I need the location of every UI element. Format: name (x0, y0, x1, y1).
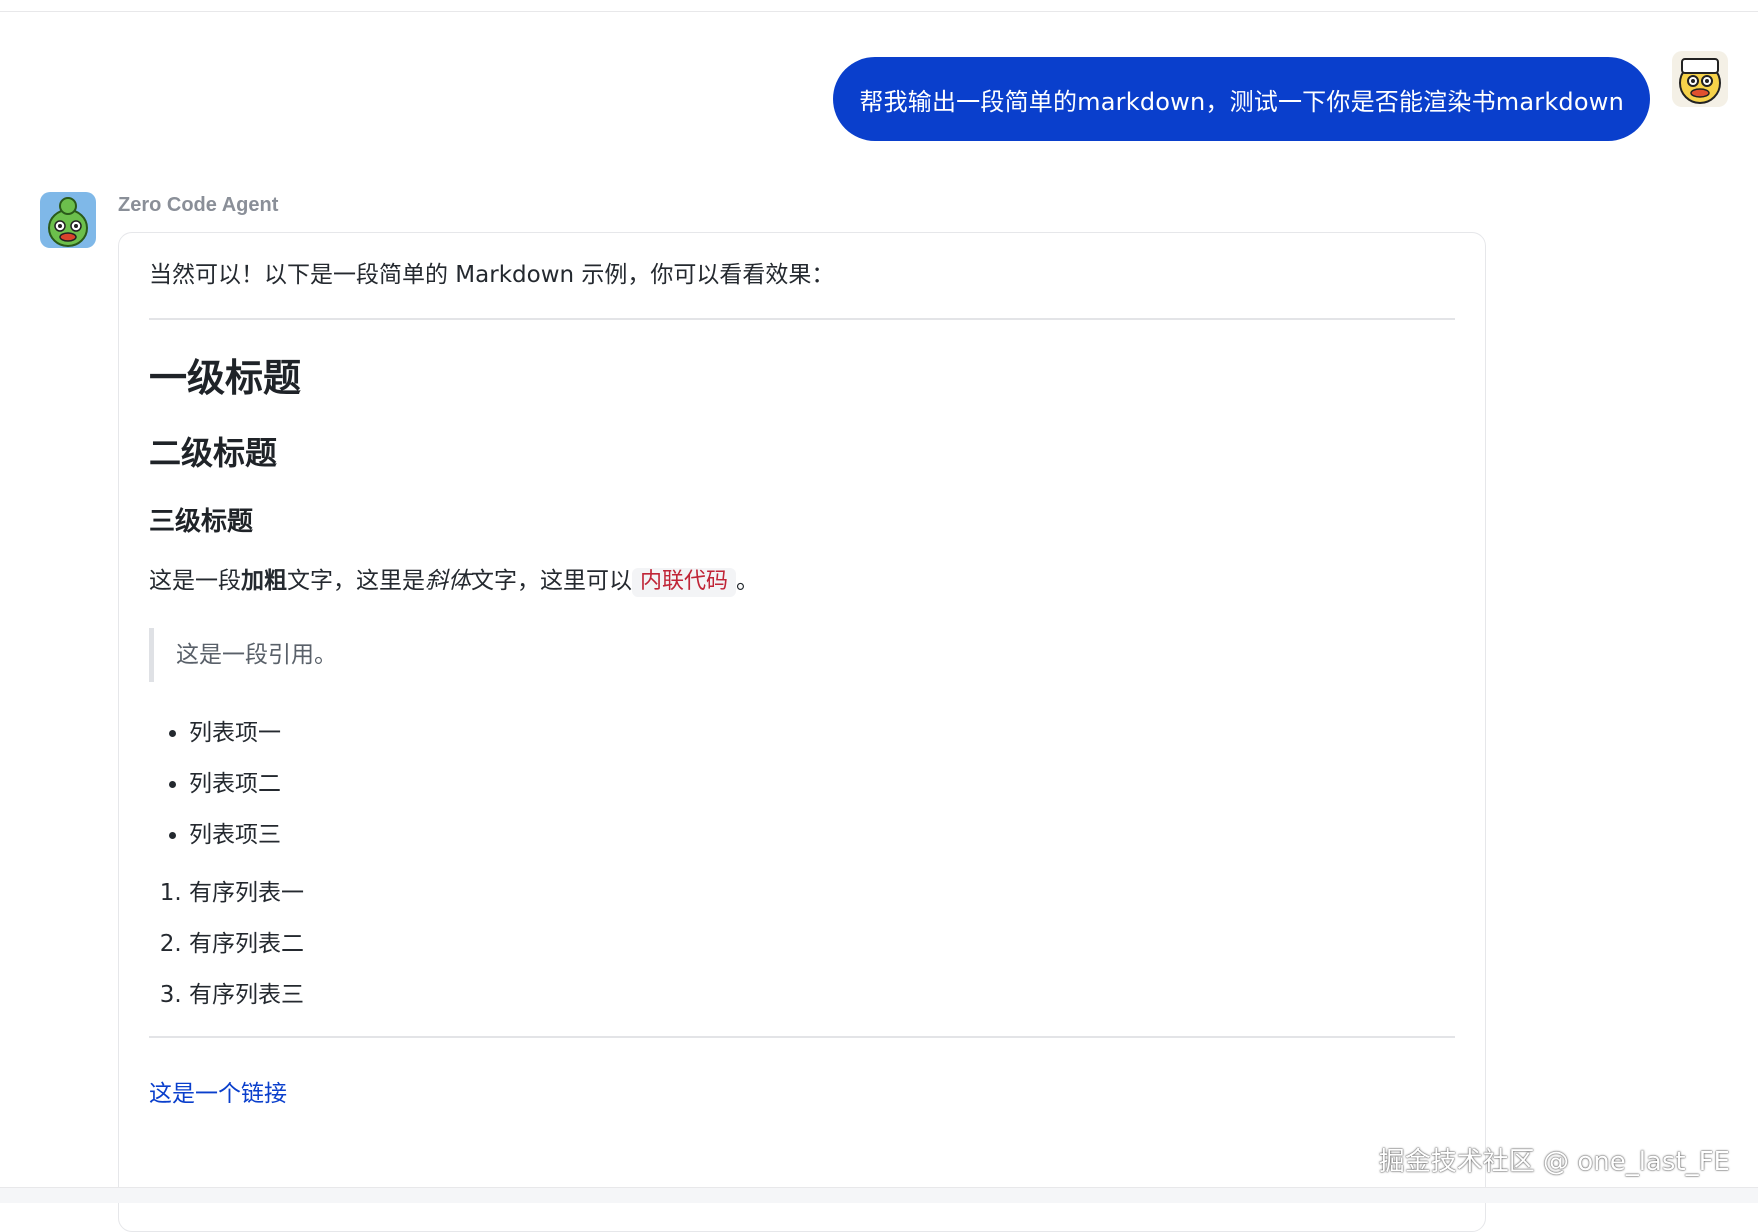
paragraph-text: 。 (736, 568, 760, 594)
bold-text: 加粗 (241, 568, 287, 594)
user-message-row: 帮我输出一段简单的markdown，测试一下你是否能渲染书markdown (833, 51, 1728, 141)
agent-intro-text: 当然可以！以下是一段简单的 Markdown 示例，你可以看看效果： (149, 262, 835, 288)
list-item: 有序列表二 (189, 927, 1455, 961)
markdown-link[interactable]: 这是一个链接 (149, 1081, 287, 1107)
top-header-strip (0, 0, 1758, 12)
markdown-h3: 三级标题 (149, 507, 254, 537)
user-avatar[interactable] (1672, 51, 1728, 107)
markdown-paragraph: 这是一段加粗文字，这里是斜体文字，这里可以 内联代码。 (149, 564, 1455, 600)
markdown-bullet-list: 列表项一 列表项二 列表项三 (149, 716, 1455, 852)
markdown-h2: 二级标题 (149, 434, 278, 472)
agent-message-card: 当然可以！以下是一段简单的 Markdown 示例，你可以看看效果： 一级标题 … (118, 232, 1486, 1232)
user-message-bubble: 帮我输出一段简单的markdown，测试一下你是否能渲染书markdown (833, 57, 1650, 141)
markdown-h1: 一级标题 (149, 356, 302, 400)
markdown-ordered-list: 有序列表一 有序列表二 有序列表三 (149, 876, 1455, 1012)
inline-code: 内联代码 (632, 568, 737, 597)
italic-text: 斜体 (425, 568, 471, 594)
bottom-strip (0, 1187, 1758, 1203)
divider (149, 1036, 1455, 1038)
agent-name: Zero Code Agent (118, 194, 279, 216)
list-item: 有序列表一 (189, 876, 1455, 910)
user-avatar-icon (1672, 51, 1728, 107)
agent-avatar-icon (40, 192, 96, 248)
watermark: 掘金技术社区 @ one_last_FE (1378, 1147, 1730, 1177)
divider (149, 318, 1455, 320)
markdown-blockquote: 这是一段引用。 (149, 628, 1455, 682)
paragraph-text: 这是一段 (149, 568, 241, 594)
blockquote-text: 这是一段引用。 (176, 642, 337, 668)
list-item: 有序列表三 (189, 978, 1455, 1012)
paragraph-text: 文字，这里可以 (471, 568, 632, 594)
list-item: 列表项三 (189, 818, 1455, 852)
user-message-text: 帮我输出一段简单的markdown，测试一下你是否能渲染书markdown (859, 87, 1624, 116)
list-item: 列表项二 (189, 767, 1455, 801)
paragraph-text: 文字，这里是 (287, 568, 425, 594)
agent-avatar[interactable] (40, 192, 96, 248)
list-item: 列表项一 (189, 716, 1455, 750)
